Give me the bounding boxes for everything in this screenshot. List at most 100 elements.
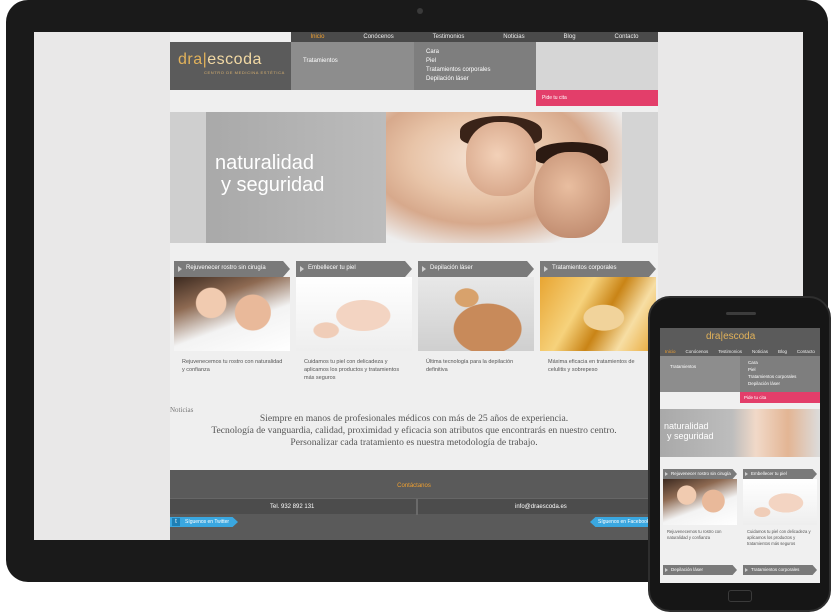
mobile-service-card[interactable]: Rejuvenecer rostro sin cirugía Rejuvenec… bbox=[663, 469, 737, 541]
footer: Contáctanos Tel. 932 892 131 info@draesc… bbox=[170, 470, 658, 540]
pide-cita-button[interactable]: Pide tu cita bbox=[536, 90, 658, 106]
mobile-pide-cita-button[interactable]: Pide tu cita bbox=[740, 392, 820, 403]
submenu-item-piel[interactable]: Piel bbox=[426, 57, 536, 66]
service-card[interactable]: Tratamientos corporales Máxima eficacia … bbox=[540, 261, 656, 374]
mobile-nav-item[interactable]: Testimonios bbox=[718, 349, 742, 354]
card-title-tab: Depilación láser bbox=[418, 261, 534, 277]
mobile-hero-line: naturalidad bbox=[664, 421, 709, 431]
hero-photo bbox=[386, 112, 622, 243]
mobile-menu-section: Tratamientos bbox=[660, 356, 740, 392]
card-text: Rejuvenecemos tu rostro con naturalidad … bbox=[182, 359, 283, 373]
mobile-nav-item[interactable]: Blog bbox=[778, 349, 787, 354]
card-title: Tratamientos corporales bbox=[552, 265, 617, 271]
mobile-nav-item[interactable]: Conócenos bbox=[685, 349, 708, 354]
card-image bbox=[418, 277, 534, 351]
card-title: Tratamientos corporales bbox=[751, 567, 800, 572]
mobile-service-card[interactable]: Depilación láser bbox=[663, 565, 737, 575]
top-nav: Inicio Conócenos Testimonios Noticias Bl… bbox=[291, 32, 658, 42]
card-image bbox=[663, 479, 737, 525]
phone-number[interactable]: Tel. 932 892 131 bbox=[270, 504, 314, 510]
card-title: Rejuvenecer rostro sin cirugía bbox=[671, 471, 731, 476]
mobile-service-card[interactable]: Tratamientos corporales bbox=[743, 565, 817, 575]
card-title-tab: Depilación láser bbox=[663, 565, 737, 575]
submenu-item-cara[interactable]: Cara bbox=[426, 48, 536, 57]
mobile-nav-item[interactable]: Noticias bbox=[752, 349, 768, 354]
email-link[interactable]: info@draescoda.es bbox=[515, 504, 567, 510]
slogan-line: Personalizar cada tratamiento es nuestra… bbox=[290, 437, 538, 448]
nav-item-noticias[interactable]: Noticias bbox=[503, 34, 524, 40]
service-card[interactable]: Rejuvenecer rostro sin cirugía Rejuvenec… bbox=[174, 261, 290, 374]
nav-item-contacto[interactable]: Contacto bbox=[614, 34, 638, 40]
submenu-item-depilacion[interactable]: Depilación láser bbox=[426, 75, 536, 84]
hero-face bbox=[466, 122, 536, 196]
divider bbox=[416, 499, 418, 515]
logo-tagline: CENTRO DE MEDICINA ESTÉTICA bbox=[204, 70, 285, 75]
speaker-icon bbox=[726, 312, 756, 315]
card-title: Embellecer tu piel bbox=[308, 265, 356, 271]
slogan-line: Siempre en manos de profesionales médico… bbox=[259, 413, 569, 424]
mobile-submenu-item[interactable]: Piel bbox=[748, 366, 820, 373]
card-text: Cuidamos tu piel con delicadeza y aplica… bbox=[304, 359, 400, 381]
slogan-line: Tecnología de vanguardia, calidad, proxi… bbox=[211, 425, 617, 436]
card-image bbox=[174, 277, 290, 351]
twitter-label: Síguenos en Twitter bbox=[185, 519, 230, 525]
nav-item-blog[interactable]: Blog bbox=[564, 34, 576, 40]
home-button[interactable] bbox=[728, 590, 752, 602]
mobile-nav-item[interactable]: Inicio bbox=[665, 349, 676, 354]
mobile-menu-section-label[interactable]: Tratamientos bbox=[670, 364, 696, 369]
card-text: Última tecnología para la depilación def… bbox=[426, 359, 514, 373]
logo[interactable]: dra|escoda CENTRO DE MEDICINA ESTÉTICA bbox=[170, 42, 291, 90]
card-title-tab: Embellecer tu piel bbox=[743, 469, 817, 479]
card-title-tab: Tratamientos corporales bbox=[540, 261, 656, 277]
contact-bar: Tel. 932 892 131 info@draescoda.es bbox=[170, 498, 658, 515]
mobile-hero: naturalidad y seguridad bbox=[660, 409, 820, 457]
card-text: Cuidamos tu piel con delicadeza y aplica… bbox=[747, 529, 811, 546]
card-title: Rejuvenecer rostro sin cirugía bbox=[186, 265, 266, 271]
card-title-tab: Embellecer tu piel bbox=[296, 261, 412, 277]
card-title-tab: Rejuvenecer rostro sin cirugía bbox=[663, 469, 737, 479]
card-title-tab: Tratamientos corporales bbox=[743, 565, 817, 575]
menu-section-tratamientos[interactable]: Tratamientos bbox=[303, 58, 338, 64]
menu-fill bbox=[536, 42, 658, 90]
mobile-logo[interactable]: dra|escoda bbox=[706, 331, 755, 342]
mobile-submenu-item[interactable]: Depilación láser bbox=[748, 380, 820, 387]
card-title: Embellecer tu piel bbox=[751, 471, 787, 476]
mobile-submenu-item[interactable]: Tratamientos corporales bbox=[748, 373, 820, 380]
twitter-button[interactable]: t Síguenos en Twitter bbox=[170, 517, 238, 527]
submenu-item-corporales[interactable]: Tratamientos corporales bbox=[426, 66, 536, 75]
hero-face bbox=[534, 152, 610, 238]
card-image bbox=[743, 479, 817, 525]
card-title: Depilación láser bbox=[671, 567, 704, 572]
nav-item-conocenos[interactable]: Conócenos bbox=[363, 34, 393, 40]
website: Inicio Conócenos Testimonios Noticias Bl… bbox=[170, 32, 658, 540]
card-title: Depilación láser bbox=[430, 265, 473, 271]
nav-item-inicio[interactable]: Inicio bbox=[310, 34, 324, 40]
phone-device: dra|escoda Inicio Conócenos Testimonios … bbox=[648, 296, 831, 612]
mobile-service-card[interactable]: Embellecer tu piel Cuidamos tu piel con … bbox=[743, 469, 817, 547]
mobile-menu: Tratamientos Cara Piel Tratamientos corp… bbox=[660, 356, 820, 392]
slogan: Siempre en manos de profesionales médico… bbox=[170, 413, 658, 449]
camera-icon bbox=[417, 8, 423, 14]
nav-item-testimonios[interactable]: Testimonios bbox=[433, 34, 465, 40]
card-text: Rejuvenecemos tu rostro con naturalidad … bbox=[667, 529, 722, 540]
card-image bbox=[296, 277, 412, 351]
mobile-hero-title: naturalidad y seguridad bbox=[664, 421, 714, 441]
mobile-header: dra|escoda Inicio Conócenos Testimonios … bbox=[660, 328, 820, 356]
mobile-nav: Inicio Conócenos Testimonios Noticias Bl… bbox=[660, 346, 820, 356]
facebook-label: Síguenos en Facebook bbox=[598, 519, 650, 525]
hero-line-2: y seguridad bbox=[221, 174, 325, 196]
footer-title: Contáctanos bbox=[397, 483, 431, 489]
hero-line-1: naturalidad bbox=[215, 152, 314, 174]
logo-wordmark: dra|escoda bbox=[178, 51, 262, 68]
hero-title: naturalidad y seguridad bbox=[215, 152, 324, 196]
service-card[interactable]: Depilación láser Última tecnología para … bbox=[418, 261, 534, 374]
mobile-hero-line: y seguridad bbox=[667, 431, 714, 441]
mobile-submenu: Cara Piel Tratamientos corporales Depila… bbox=[740, 356, 820, 392]
pide-cita-label: Pide tu cita bbox=[542, 95, 567, 101]
mobile-pide-cita-label: Pide tu cita bbox=[744, 395, 767, 400]
phone-screen: dra|escoda Inicio Conócenos Testimonios … bbox=[660, 328, 820, 583]
service-card[interactable]: Embellecer tu piel Cuidamos tu piel con … bbox=[296, 261, 412, 382]
mobile-submenu-item[interactable]: Cara bbox=[748, 359, 820, 366]
mobile-nav-item[interactable]: Contacto bbox=[797, 349, 815, 354]
twitter-icon: t bbox=[172, 518, 180, 526]
